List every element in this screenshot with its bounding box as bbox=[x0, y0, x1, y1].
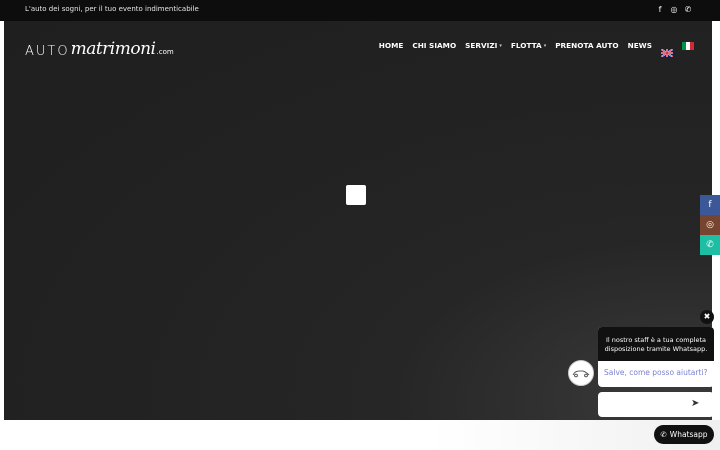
page-bottom-strip bbox=[0, 420, 720, 450]
whatsapp-icon[interactable]: ✆ bbox=[684, 4, 692, 16]
send-icon[interactable]: ➤ bbox=[691, 398, 703, 410]
floating-social-bar: f ◎ ✆ bbox=[700, 195, 720, 255]
logo-part-auto: AUTO bbox=[25, 44, 70, 59]
site-header: AUTO matrimoni .com HOME CHI SIAMO SERVI… bbox=[4, 21, 712, 76]
instagram-icon[interactable]: ◎ bbox=[700, 215, 720, 235]
chat-greeting: Salve, come posso aiutarti? bbox=[604, 368, 708, 377]
chevron-down-icon: ▾ bbox=[543, 42, 547, 49]
instagram-icon[interactable]: ◎ bbox=[670, 4, 678, 16]
chat-avatar-car-icon bbox=[568, 360, 594, 386]
facebook-icon[interactable]: f bbox=[700, 195, 720, 215]
nav-item-flotta[interactable]: FLOTTA ▾ bbox=[511, 41, 546, 50]
loading-spinner bbox=[346, 185, 366, 205]
site-logo[interactable]: AUTO matrimoni .com bbox=[25, 35, 174, 59]
top-bar: L'auto dei sogni, per il tuo evento indi… bbox=[0, 0, 720, 21]
whatsapp-icon: ✆ bbox=[660, 430, 667, 439]
nav-item-chi-siamo[interactable]: CHI SIAMO bbox=[412, 41, 456, 50]
uk-flag-icon[interactable] bbox=[660, 42, 674, 58]
chat-header-text: Il nostro staff è a tua completa disposi… bbox=[598, 327, 714, 361]
nav-item-prenota-auto[interactable]: PRENOTA AUTO bbox=[555, 41, 618, 50]
tagline: L'auto dei sogni, per il tuo evento indi… bbox=[25, 5, 199, 13]
nav-item-news[interactable]: NEWS bbox=[628, 41, 652, 50]
chat-popup: Il nostro staff è a tua completa disposi… bbox=[598, 327, 714, 387]
logo-part-com: .com bbox=[156, 48, 174, 56]
chat-close-icon[interactable]: ✖ bbox=[700, 310, 714, 324]
whatsapp-button-label: Whatsapp bbox=[669, 430, 708, 439]
top-socials: f ◎ ✆ bbox=[656, 4, 692, 16]
nav-item-home[interactable]: HOME bbox=[379, 41, 404, 50]
whatsapp-chat-button[interactable]: ✆ Whatsapp bbox=[654, 425, 714, 444]
logo-part-matrimoni: matrimoni bbox=[70, 39, 156, 59]
facebook-icon[interactable]: f bbox=[656, 4, 664, 16]
chevron-down-icon: ▾ bbox=[499, 42, 502, 49]
nav-item-servizi[interactable]: SERVIZI ▾ bbox=[465, 41, 502, 50]
whatsapp-icon[interactable]: ✆ bbox=[700, 235, 720, 255]
main-nav: HOME CHI SIAMO SERVIZI ▾ FLOTTA ▾ PRENOTA … bbox=[379, 41, 694, 58]
italy-flag-icon[interactable] bbox=[682, 41, 694, 50]
